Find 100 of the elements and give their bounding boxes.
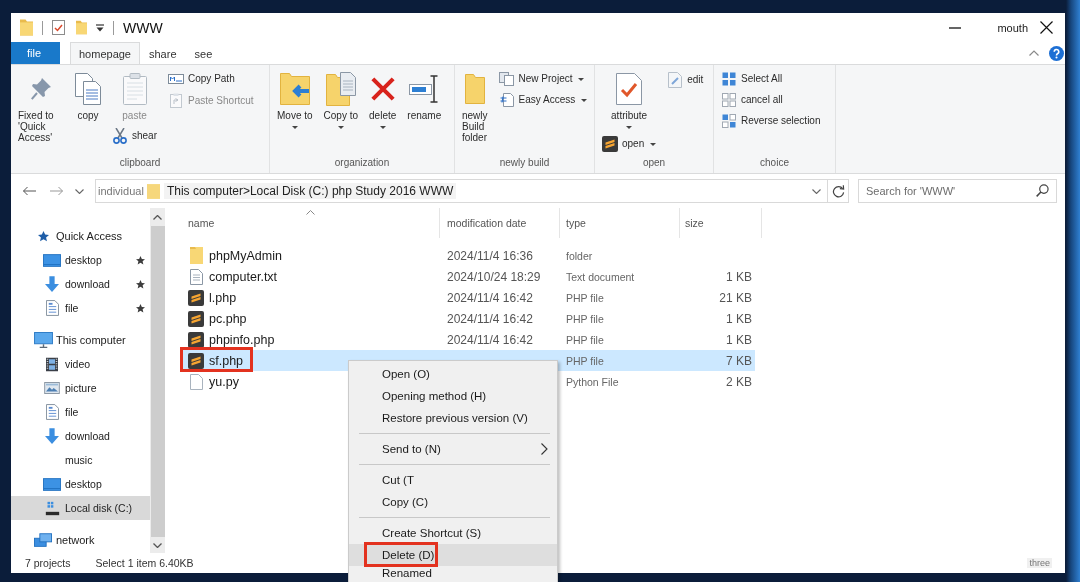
ribbon-tab[interactable]: share [140, 42, 186, 64]
new-item-button[interactable]: New Project [495, 70, 591, 88]
ribbon-tab[interactable]: see [185, 42, 222, 64]
group-label: organization [333, 156, 391, 169]
nav-item[interactable]: desktop [11, 472, 150, 496]
menu-item[interactable]: Open (O) [349, 363, 557, 385]
location-label: individual [98, 185, 144, 197]
star-icon [37, 230, 49, 242]
nav-item[interactable]: desktop [11, 248, 150, 272]
delete-button[interactable]: delete [366, 70, 400, 131]
chevron-down-icon[interactable] [812, 188, 821, 194]
menu-item[interactable]: Cut (T [349, 469, 557, 491]
address-path: This computer>Local Disk (C:) php Study 2016 WWW [163, 183, 457, 199]
ribbon-tab[interactable]: homepage [70, 42, 140, 64]
folder-arrow-icon [279, 73, 310, 105]
file-type: Text document [565, 270, 636, 283]
nav-item[interactable]: music [11, 448, 150, 472]
search-field[interactable]: Search for 'WWW' [858, 179, 1057, 203]
rename-button[interactable]: rename [404, 70, 445, 123]
copy-path-button[interactable]: Copy Path [165, 70, 257, 88]
file-name[interactable]: phpinfo.php [209, 332, 275, 347]
file-name[interactable]: pc.php [209, 311, 247, 326]
type-column-header[interactable]: type [560, 208, 680, 238]
easy-access-button[interactable]: Easy Access [495, 91, 591, 109]
nav-item[interactable]: Quick Access [11, 224, 150, 248]
group-label: open [641, 156, 667, 169]
menu-item[interactable]: Copy (C) [349, 491, 557, 513]
chevron-down-icon[interactable] [75, 188, 84, 194]
close-icon[interactable] [1040, 21, 1053, 34]
modified-date: 2024/11/4 16:42 [446, 311, 534, 326]
folder-icon [146, 183, 160, 199]
nav-item[interactable]: file [11, 296, 150, 320]
picture-icon [44, 382, 60, 394]
copy-button[interactable]: copy [72, 70, 104, 123]
nav-item[interactable]: Local disk (C:) [11, 496, 150, 520]
file-name[interactable]: phpMyAdmin [209, 248, 282, 263]
modified-date: 2024/10/24 18:29 [446, 269, 542, 284]
menu-item[interactable]: Renamed [349, 566, 557, 582]
nav-item[interactable]: network [11, 528, 150, 552]
new-folder-button[interactable]: newly Build folder [459, 70, 491, 145]
file-size: 1 KB [725, 311, 753, 326]
name-column-header[interactable]: name [180, 208, 440, 238]
document-icon [45, 300, 59, 316]
grid-icon [722, 114, 736, 128]
help-icon[interactable] [1049, 45, 1064, 61]
nav-item[interactable]: file [11, 400, 150, 424]
code-file-icon [602, 136, 618, 152]
file-size: 1 KB [725, 332, 753, 347]
folder-icon [464, 74, 485, 104]
folder-pages-icon [325, 72, 356, 106]
view-button[interactable]: three [1027, 558, 1052, 568]
chevron-down-icon[interactable] [153, 543, 162, 548]
menu-item[interactable]: Send to (N) [349, 438, 557, 460]
invert-selection-button[interactable]: Reverse selection [718, 112, 824, 130]
clipboard-icon [122, 73, 147, 105]
nav-item[interactable]: download [11, 272, 150, 296]
select-all-button[interactable]: Select All [718, 70, 824, 88]
select-none-button[interactable]: cancel all [718, 91, 824, 109]
size-column-header[interactable]: size [680, 208, 762, 238]
nav-item[interactable]: video [11, 352, 150, 376]
group-label: clipboard [118, 156, 162, 169]
pages-icon [499, 72, 515, 86]
nav-item[interactable]: picture [11, 376, 150, 400]
address-bar[interactable]: individual This computer>Local Disk (C:) php Study 2016 WWW [95, 179, 849, 203]
menu-item[interactable]: Delete (D) [349, 544, 557, 566]
file-type: PHP file [565, 312, 605, 325]
computer-icon [33, 332, 53, 348]
pencil-page-icon [668, 72, 683, 88]
open-button[interactable]: open [599, 134, 660, 154]
copy-to-button[interactable]: Copy to [320, 70, 362, 131]
refresh-icon[interactable] [831, 184, 845, 198]
file-name[interactable]: computer.txt [209, 269, 278, 284]
minimize-icon[interactable] [949, 26, 962, 29]
properties-button[interactable]: attribute [599, 70, 660, 131]
file-type: PHP file [565, 354, 605, 367]
checked-page-icon[interactable] [52, 20, 65, 35]
chevron-up-icon[interactable] [153, 215, 162, 220]
maximize-button[interactable]: mouth [997, 21, 1028, 34]
edit-button[interactable]: edit [664, 70, 707, 90]
file-menu-tab[interactable]: file [11, 42, 60, 64]
collapse-chevron-icon[interactable] [1029, 50, 1039, 56]
nav-item[interactable]: download [11, 424, 150, 448]
date-column-header[interactable]: modification date [440, 208, 560, 238]
file-name[interactable]: l.php [209, 290, 237, 305]
cut-button[interactable]: shear [109, 126, 160, 146]
back-arrow-icon[interactable] [22, 186, 36, 196]
item-count: 7 projects [25, 557, 71, 569]
file-name[interactable]: sf.php [209, 353, 244, 368]
customize-caret-icon[interactable] [96, 23, 104, 32]
menu-item[interactable]: Restore previous version (V) [349, 407, 557, 429]
folder-icon [189, 247, 203, 264]
file-name[interactable]: yu.py [209, 374, 239, 389]
menu-item[interactable]: Create Shortcut (S) [349, 522, 557, 544]
nav-item[interactable]: This computer [11, 328, 150, 352]
network-icon [34, 532, 52, 548]
menu-item[interactable]: Opening method (H) [349, 385, 557, 407]
search-icon[interactable] [1036, 184, 1049, 197]
drive-icon [44, 500, 60, 516]
move-to-button[interactable]: Move to [274, 70, 316, 131]
pin-button[interactable]: Fixed to 'Quick Access' [15, 70, 67, 145]
